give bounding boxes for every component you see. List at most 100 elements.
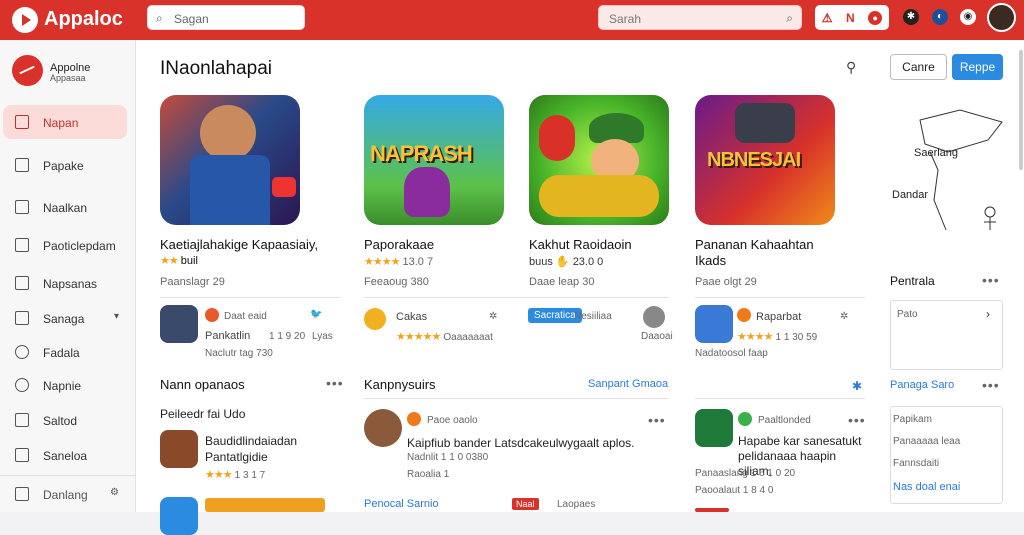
search-input-left[interactable]: ⌕ Sagan — [147, 5, 305, 30]
panel-link[interactable]: Panaga Saro — [890, 379, 954, 391]
bug-icon[interactable]: ✱ — [903, 9, 919, 25]
avatar[interactable] — [987, 3, 1016, 32]
arrow-icon[interactable] — [643, 306, 665, 328]
featured-card-art[interactable]: NAPRASH — [364, 95, 504, 225]
app-name[interactable]: Pankatlin — [205, 330, 250, 342]
sidebar-item-saved[interactable]: Saneloa — [3, 438, 127, 472]
list-item[interactable]: Fannsdaiti — [893, 458, 939, 469]
app-name[interactable]: Nesiiliaa — [574, 311, 612, 322]
user-icon[interactable]: ◉ — [960, 9, 976, 25]
primary-button[interactable]: Reppe — [952, 54, 1003, 80]
sidebar-item-label: Napsanas — [43, 277, 98, 291]
search-input-right[interactable]: Sarah ⌕ — [598, 5, 802, 30]
more-icon[interactable]: ••• — [848, 412, 866, 428]
divider — [364, 297, 669, 298]
app-icon[interactable] — [695, 409, 733, 447]
item-title-2: Pantatlgidie — [205, 450, 268, 464]
sidebar-item-label: Papake — [43, 159, 84, 173]
sidebar-item-label: Paoticlepdam — [43, 239, 116, 253]
n-badge-icon[interactable]: N — [846, 11, 855, 25]
rating-text: 13.0 7 — [402, 256, 434, 268]
featured-card-art[interactable] — [160, 95, 300, 225]
app-name[interactable]: Raparbat — [756, 311, 801, 323]
app-icon[interactable] — [695, 305, 733, 343]
top-bar: Appaloc ⌕ Sagan Sarah ⌕ ⚠ N ● ✱ ◐ ◉ — [0, 0, 1024, 40]
publisher-icon — [737, 308, 751, 322]
sidebar-item-lists[interactable]: Napsanas — [3, 266, 127, 300]
chevron-right-icon[interactable]: › — [986, 307, 990, 321]
comment-input[interactable]: Pato › — [890, 300, 1003, 370]
more-icon[interactable]: ••• — [982, 377, 1000, 393]
app-icon[interactable] — [364, 308, 386, 330]
featured-meta: Paae olgt 29 — [695, 276, 757, 288]
bookmark-icon — [15, 448, 29, 462]
library-icon — [15, 200, 29, 214]
robot-art — [735, 103, 795, 143]
moon-icon[interactable]: ◐ — [932, 9, 948, 25]
section-link[interactable]: Sanpant Gmaoa — [588, 378, 668, 390]
featured-title[interactable]: Pananan Kahaahtan — [695, 237, 814, 253]
settings-icon — [15, 413, 29, 427]
featured-card-art[interactable]: NBNESJAI — [695, 95, 835, 225]
apps-icon — [15, 158, 29, 172]
more-icon[interactable]: ••• — [648, 412, 666, 428]
sparkle-icon: ✲ — [489, 311, 498, 322]
list-footer-link[interactable]: Nas doal enai — [893, 481, 960, 493]
sidebar-item-deals[interactable]: Fadala — [3, 335, 127, 369]
sidebar-item-settings[interactable]: Saltod — [3, 403, 127, 437]
more-icon[interactable]: ••• — [326, 375, 344, 391]
sidebar-item-categories[interactable]: Sanaga ▾ — [3, 301, 127, 335]
publisher-icon — [407, 412, 421, 426]
sidebar-item-language[interactable]: Danlang ⚙ — [3, 477, 127, 511]
featured-meta: Paanslagr 29 — [160, 276, 225, 288]
sidebar-item-tools[interactable]: Napnie — [3, 368, 127, 402]
featured-title[interactable]: Kaetiajlahakige Kapaasiaiy, — [160, 237, 318, 253]
post-meta: Nadnlit 1 1 0 0380 — [407, 452, 489, 463]
banner-art[interactable] — [205, 498, 325, 512]
app-icon[interactable] — [160, 430, 198, 468]
settings-icon[interactable]: ● — [868, 10, 883, 25]
item-title[interactable]: Baudidlindaiadan — [205, 434, 297, 448]
featured-card-art[interactable] — [529, 95, 669, 225]
list-item[interactable]: Panaaaaa leaa — [893, 436, 960, 447]
sidebar-item-label: Fadala — [43, 346, 80, 360]
sidebar-item-library[interactable]: Naalkan — [3, 190, 127, 224]
app-score: 1 1 9 20 — [269, 331, 306, 342]
rating-stars: ★★★★ — [364, 256, 400, 268]
play-logo-icon[interactable] — [12, 7, 38, 33]
alert-icon[interactable]: ⚠ — [822, 11, 833, 25]
author: Daat eaid — [224, 311, 267, 322]
rating-text: 23.0 0 — [572, 256, 604, 268]
author-avatar[interactable] — [364, 409, 402, 447]
sidebar-item-updates[interactable]: Paoticlepdam — [3, 228, 127, 262]
sidebar-item-apps[interactable]: Papake — [3, 148, 127, 182]
pin-icon[interactable]: ⚲ — [846, 59, 856, 76]
app-icon[interactable] — [160, 497, 198, 535]
search-icon: ⌕ — [786, 11, 793, 25]
map-label: Saerlang — [914, 147, 959, 159]
folder-icon — [15, 311, 29, 325]
app-extra: Lyas — [312, 331, 333, 342]
featured-meta: Daae leap 30 — [529, 276, 595, 288]
sidebar-item-home[interactable]: Napan — [3, 105, 127, 139]
app-name[interactable]: Cakas — [396, 311, 427, 323]
featured-title[interactable]: Paporakaae — [364, 237, 434, 253]
chevron-down-icon: ▾ — [113, 311, 119, 322]
twitter-icon[interactable]: 🐦 — [310, 309, 322, 320]
post-sub: Raoalia 1 — [407, 469, 450, 480]
featured-rating: ★★ buil — [160, 253, 198, 269]
app-icon[interactable] — [160, 305, 198, 343]
scrollbar[interactable] — [1019, 50, 1023, 170]
footer-text: Laopaes — [557, 499, 596, 510]
footer-link[interactable]: Penocal Sarnio — [364, 498, 439, 510]
cancel-button[interactable]: Canre — [890, 54, 947, 80]
search-icon: ⌕ — [156, 11, 163, 25]
brand-subtitle: Appasaa — [50, 73, 86, 83]
right-panel: Canre Reppe Saerlang Dandar Pentrala •••… — [878, 40, 1024, 512]
app-name: Appaloc — [44, 8, 123, 30]
top-icon-group: ⚠ N ● — [815, 5, 889, 30]
featured-title[interactable]: Kakhut Raoidaoin — [529, 237, 632, 253]
more-icon[interactable]: ••• — [982, 272, 1000, 288]
pin-icon[interactable]: ✱ — [852, 379, 862, 393]
list-item[interactable]: Papikam — [893, 414, 932, 425]
